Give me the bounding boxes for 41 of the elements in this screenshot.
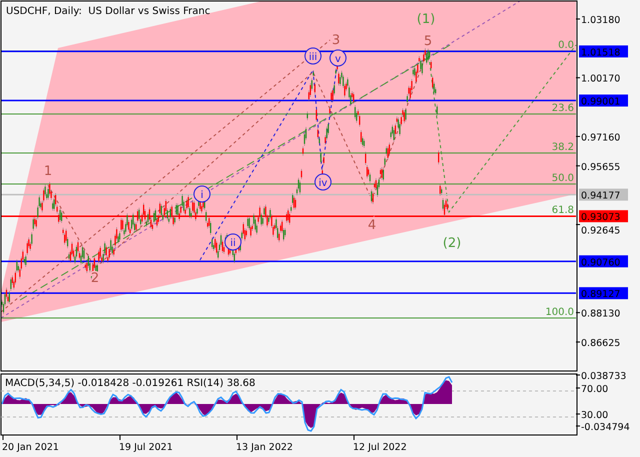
wave-label: 3	[332, 33, 340, 48]
wave-label: i	[194, 186, 210, 202]
chart-title: USDCHF, Daily: US Dollar vs Swiss Franc	[6, 6, 210, 17]
indicator-axis-label: -0.034794	[581, 422, 630, 433]
wave-label: iii	[304, 48, 322, 64]
wave-label: 2	[90, 271, 100, 286]
indicator-axis-label: 30.00	[581, 410, 608, 421]
wave-label: ii	[224, 234, 242, 250]
price-marker: 0.89127	[579, 287, 628, 300]
wave-label: v	[330, 50, 346, 66]
price-marker: 1.01518	[579, 45, 628, 58]
price-marker: 0.99001	[579, 94, 628, 108]
price-marker: 0.90760	[579, 255, 628, 268]
price-axis-label: 0.95655	[581, 162, 620, 173]
fibonacci-level-label: 61.8	[552, 205, 574, 216]
wave-label: (1)	[416, 12, 436, 27]
price-axis-label: 1.00170	[581, 74, 620, 85]
date-axis-label: 12 Jul 2022	[353, 442, 407, 453]
wave-label: 4	[368, 218, 376, 233]
price-axis-label: 0.92645	[581, 226, 620, 237]
fibonacci-level-label: 50.0	[552, 173, 574, 184]
date-axis-label: 19 Jul 2021	[119, 442, 173, 453]
price-marker: 0.94177	[579, 188, 628, 202]
price-axis-label: 0.86625	[581, 338, 620, 349]
wave-label: 1	[44, 164, 52, 179]
price-axis-label: 0.88130	[581, 308, 620, 320]
date-axis-label: 13 Jan 2022	[236, 442, 293, 453]
fibonacci-level-label: 38.2	[552, 142, 574, 153]
wave-label: (2)	[442, 236, 462, 251]
wave-label: 5	[424, 34, 432, 49]
indicator-axis-label: 0.038733	[581, 371, 626, 382]
indicator-caption: MACD(5,34,5) -0.018428 -0.019261 RSI(14) 38.68	[5, 378, 256, 389]
fibonacci-level-label: 23.6	[552, 103, 574, 114]
fibonacci-level-label: 0.0	[558, 40, 574, 51]
price-axis-label: 0.97160	[581, 132, 620, 144]
price-axis-label: 1.03180	[581, 15, 620, 26]
date-axis-label: 20 Jan 2021	[2, 442, 59, 453]
fibonacci-level-label: 100.0	[545, 307, 574, 318]
price-marker: 0.93073	[579, 210, 628, 224]
wave-label: iv	[314, 174, 332, 190]
indicator-axis-label: 70.00	[581, 384, 608, 395]
